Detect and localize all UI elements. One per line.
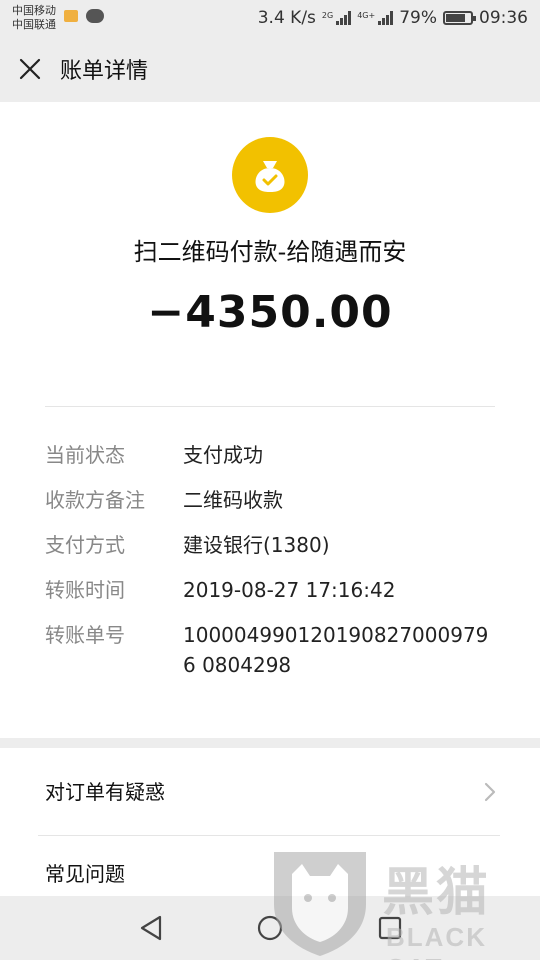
detail-label: 收款方备注	[45, 488, 145, 512]
black-cat-watermark: 黑猫 BLACK CAT	[268, 842, 540, 960]
detail-label: 支付方式	[45, 533, 125, 557]
close-button[interactable]	[0, 36, 60, 102]
title-bar: 账单详情	[0, 36, 540, 102]
bill-detail-card: 扫二维码付款-给随遇而安 −4350.00 当前状态 支付成功 收款方备注 二维…	[0, 102, 540, 738]
battery-icon	[443, 11, 476, 25]
transaction-title: 扫二维码付款-给随遇而安	[133, 238, 407, 266]
transaction-amount: −4350.00	[147, 287, 393, 338]
detail-value: 2019-08-27 17:16:42	[183, 578, 396, 602]
status-bar: 中国移动 中国联通 3.4 K/s 2G 4G+ 79% 09:36	[0, 0, 540, 36]
page-title: 账单详情	[60, 59, 149, 84]
detail-value: 二维码收款	[183, 488, 283, 512]
network-speed: 3.4 K/s	[257, 8, 316, 28]
detail-label: 当前状态	[45, 443, 125, 467]
signal-4g-icon: 4G+	[357, 11, 394, 25]
carrier-names: 中国移动 中国联通	[12, 4, 56, 32]
detail-value: 支付成功	[183, 443, 263, 467]
chevron-right-icon	[484, 782, 496, 802]
clock: 09:36	[479, 8, 528, 28]
detail-value[interactable]: 1000049901201908270009796 0804298	[183, 620, 495, 680]
back-triangle-icon[interactable]	[136, 912, 168, 944]
detail-value: 建设银行(1380)	[183, 533, 330, 557]
carrier-2: 中国联通	[12, 18, 56, 31]
carrier-1: 中国移动	[12, 4, 56, 17]
message-icon	[86, 9, 104, 23]
order-question-link[interactable]: 对订单有疑惑	[0, 748, 540, 834]
merchant-logo	[232, 137, 308, 213]
status-right: 3.4 K/s 2G 4G+ 79% 09:36	[258, 8, 528, 28]
battery-percent: 79%	[399, 8, 437, 28]
notification-app-icon	[64, 10, 78, 22]
battery-fill	[446, 14, 465, 22]
detail-label: 转账时间	[45, 578, 125, 602]
signal-2-label: 4G+	[357, 11, 376, 20]
signal-2g-icon: 2G	[321, 11, 352, 25]
watermark-chinese: 黑猫	[382, 863, 491, 923]
detail-label: 转账单号	[45, 623, 125, 647]
link-label: 常见问题	[45, 862, 125, 886]
link-label: 对订单有疑惑	[45, 780, 165, 804]
divider	[45, 406, 495, 407]
signal-1-label: 2G	[321, 11, 334, 20]
money-bag-check-icon	[255, 161, 285, 192]
watermark-english: BLACK CAT	[386, 922, 487, 960]
cat-shield-logo-icon	[274, 852, 366, 956]
close-icon	[19, 58, 41, 80]
